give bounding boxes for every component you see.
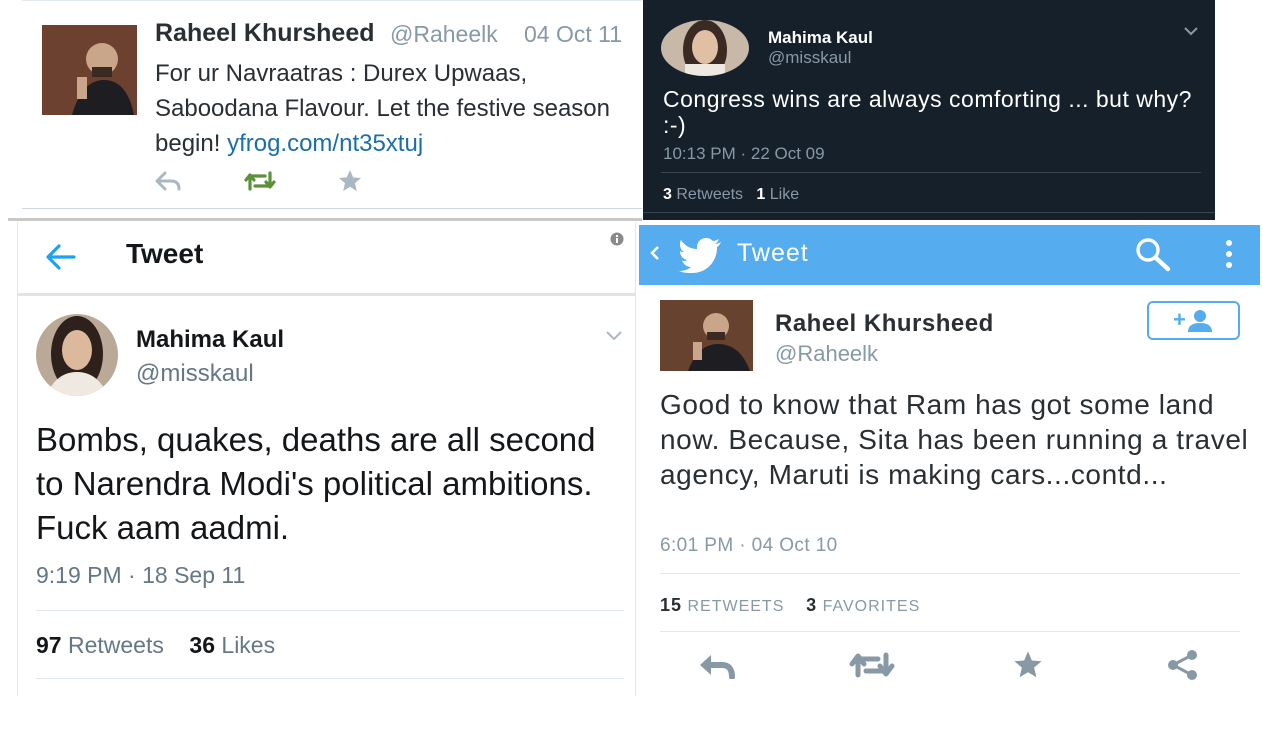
share-icon[interactable]: [1166, 649, 1200, 681]
tweet-timestamp[interactable]: 10:13 PM · 22 Oct 09: [663, 144, 825, 164]
retweet-icon[interactable]: [243, 170, 277, 192]
divider: [36, 610, 624, 611]
chevron-down-icon[interactable]: [605, 330, 623, 341]
retweet-count[interactable]: 97: [36, 632, 62, 658]
favorite-icon[interactable]: [1011, 649, 1045, 681]
tweet-detail-bottom-right: Tweet Raheel Khursheed @Raheelk + Good t…: [639, 225, 1260, 695]
tweet-text: Bombs, quakes, deaths are all second to …: [36, 421, 596, 546]
user-handle[interactable]: @misskaul: [136, 360, 254, 388]
reply-icon[interactable]: [696, 651, 736, 679]
user-handle[interactable]: @Raheelk: [775, 341, 878, 367]
favorite-icon[interactable]: [337, 168, 363, 194]
user-name[interactable]: Raheel Khursheed: [155, 19, 375, 48]
retweet-count[interactable]: 3: [663, 186, 672, 203]
avatar[interactable]: [661, 20, 749, 76]
tweet-card-top-right: Mahima Kaul @misskaul Congress wins are …: [643, 0, 1215, 220]
divider: [660, 631, 1240, 632]
user-name[interactable]: Raheel Khursheed: [775, 310, 994, 338]
retweet-label[interactable]: RETWEETS: [687, 598, 784, 615]
add-user-icon: +: [1173, 308, 1212, 332]
divider: [661, 172, 1201, 173]
retweet-label[interactable]: Retweets: [68, 632, 164, 658]
like-label[interactable]: Likes: [221, 632, 275, 658]
tweet-text: Good to know that Ram has got some land …: [660, 389, 1249, 490]
user-name[interactable]: Mahima Kaul: [768, 28, 873, 48]
favorite-count[interactable]: 3: [806, 595, 817, 615]
tweet-stats: 15 RETWEETS 3 FAVORITES: [660, 595, 920, 616]
follow-plus: +: [1173, 308, 1186, 332]
user-handle[interactable]: @misskaul: [768, 48, 851, 68]
like-count[interactable]: 1: [756, 186, 765, 203]
search-icon[interactable]: [1133, 236, 1173, 272]
twitter-bird-icon[interactable]: [679, 237, 723, 273]
tweet-timestamp[interactable]: 6:01 PM · 04 Oct 10: [660, 535, 838, 557]
info-icon[interactable]: [610, 232, 624, 246]
tweet-text: For ur Navraatras : Durex Upwaas, Sabood…: [155, 56, 630, 161]
tweet-date[interactable]: 04 Oct 11: [524, 21, 622, 48]
back-chevron-icon[interactable]: [649, 243, 661, 263]
follow-button[interactable]: +: [1147, 301, 1240, 340]
tweet-timestamp[interactable]: 9:19 PM · 18 Sep 11: [36, 562, 245, 589]
tweet-text: Congress wins are always comforting ... …: [663, 86, 1192, 138]
tweet-stats: 3 Retweets 1 Like: [663, 186, 799, 204]
divider: [660, 573, 1240, 574]
back-arrow-icon[interactable]: [44, 240, 78, 274]
page-title: Tweet: [126, 238, 204, 269]
avatar[interactable]: [36, 314, 118, 396]
favorite-label[interactable]: FAVORITES: [823, 598, 921, 615]
tweet-stats: 97 Retweets 36 Likes: [36, 632, 275, 659]
panel-divider: [8, 218, 642, 221]
divider: [643, 212, 1215, 213]
chevron-down-icon[interactable]: [1183, 26, 1199, 36]
header-bar: [18, 222, 635, 296]
retweet-label[interactable]: Retweets: [676, 186, 743, 203]
divider: [22, 0, 642, 1]
avatar[interactable]: [42, 25, 137, 115]
tweet-link[interactable]: yfrog.com/nt35xtuj: [227, 130, 423, 157]
page-title: Tweet: [737, 239, 809, 267]
retweet-count[interactable]: 15: [660, 595, 682, 615]
divider: [22, 208, 642, 209]
retweet-icon[interactable]: [848, 651, 896, 679]
user-name[interactable]: Mahima Kaul: [136, 326, 284, 354]
tweet-card-top-left: Raheel Khursheed @Raheelk 04 Oct 11 For …: [0, 0, 642, 220]
like-count[interactable]: 36: [189, 632, 215, 658]
divider: [36, 678, 624, 679]
reply-icon[interactable]: [154, 170, 182, 192]
tweet-detail-bottom-left: Tweet Mahima Kaul @misskaul Bombs, quake…: [17, 222, 636, 696]
more-options-icon[interactable]: [1224, 238, 1234, 270]
avatar[interactable]: [660, 300, 753, 371]
like-label[interactable]: Like: [770, 186, 799, 203]
user-handle[interactable]: @Raheelk: [390, 21, 498, 48]
